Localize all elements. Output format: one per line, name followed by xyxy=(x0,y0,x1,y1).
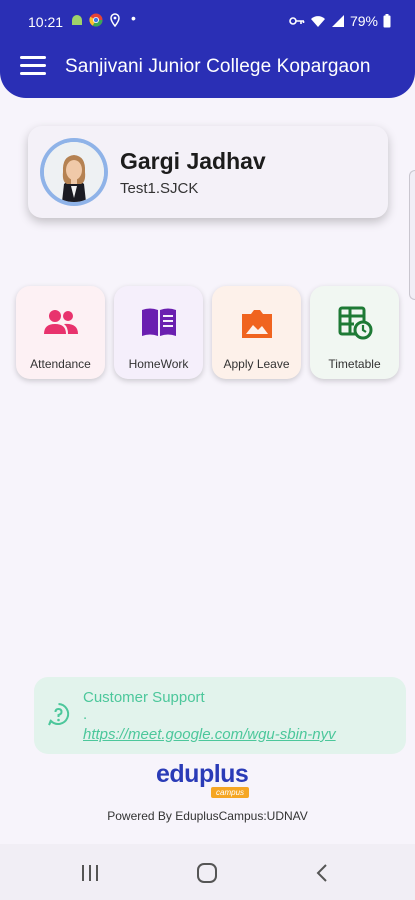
status-notification-icons xyxy=(70,13,122,27)
profile-card[interactable]: Gargi Jadhav Test1.SJCK xyxy=(28,126,388,218)
timetable-icon xyxy=(338,306,372,340)
battery-percent: 79% xyxy=(349,13,378,29)
chrome-icon xyxy=(89,13,103,27)
android-icon xyxy=(72,15,82,25)
profile-photo xyxy=(44,142,104,202)
brand-name: eduplus xyxy=(156,760,249,788)
home-icon[interactable] xyxy=(196,862,218,884)
people-icon xyxy=(43,310,78,334)
vpn-icon xyxy=(289,17,305,25)
tile-label: Apply Leave xyxy=(223,357,290,371)
brand-sub: campus xyxy=(211,787,250,798)
help-icon xyxy=(48,703,70,726)
book-icon xyxy=(141,308,176,336)
battery-icon xyxy=(383,14,391,28)
status-dot: • xyxy=(131,10,136,26)
support-title: Customer Support xyxy=(83,689,205,706)
status-system-icons: 79% xyxy=(289,13,391,29)
avatar-ring xyxy=(40,138,108,206)
hamburger-menu-icon[interactable] xyxy=(20,56,46,76)
apply-leave-tile[interactable]: Apply Leave xyxy=(212,286,301,379)
system-nav-bar xyxy=(0,844,415,900)
side-edge-handle[interactable] xyxy=(409,170,415,300)
customer-support-card[interactable]: Customer Support . https://meet.google.c… xyxy=(34,677,406,754)
recent-apps-icon[interactable] xyxy=(79,862,101,884)
tile-label: HomeWork xyxy=(128,357,189,371)
eduplus-logo: eduplus campus xyxy=(156,760,266,800)
profile-name: Gargi Jadhav xyxy=(120,148,266,174)
profile-id: Test1.SJCK xyxy=(120,180,199,197)
app-header: 10:21 • 79% Sanjivani Junior College Kop… xyxy=(0,0,415,98)
homework-tile[interactable]: HomeWork xyxy=(114,286,203,379)
leave-image-icon xyxy=(241,310,272,338)
back-icon[interactable] xyxy=(312,862,334,884)
attendance-tile[interactable]: Attendance xyxy=(16,286,105,379)
tile-label: Attendance xyxy=(30,357,91,371)
avatar xyxy=(44,142,104,202)
timetable-tile[interactable]: Timetable xyxy=(310,286,399,379)
location-icon xyxy=(110,13,120,27)
app-title: Sanjivani Junior College Kopargaon xyxy=(65,56,371,77)
powered-by-text: Powered By EduplusCampus:UDNAV xyxy=(107,809,308,823)
tile-label: Timetable xyxy=(328,357,381,371)
quick-actions: Attendance HomeWork Apply Leave Timetabl… xyxy=(16,286,399,379)
support-meet-link[interactable]: https://meet.google.com/wgu-sbin-nyv xyxy=(83,726,336,743)
wifi-icon xyxy=(310,16,325,27)
signal-icon xyxy=(331,15,344,27)
status-bar: 10:21 • 79% xyxy=(0,8,415,34)
status-time: 10:21 xyxy=(28,14,64,30)
support-separator: . xyxy=(83,706,88,723)
